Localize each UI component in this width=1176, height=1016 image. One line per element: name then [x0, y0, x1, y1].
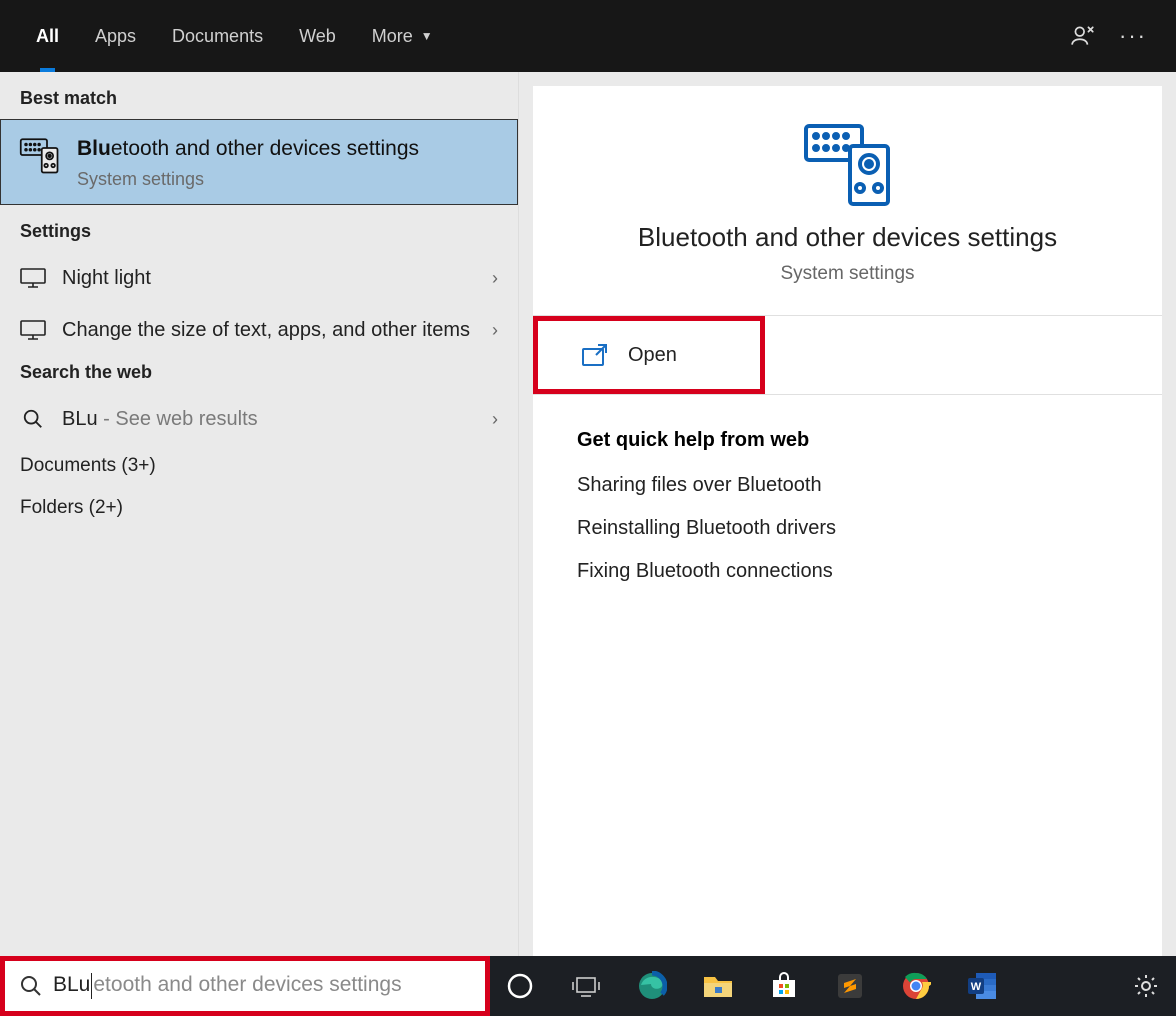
- preview-panel: Bluetooth and other devices settings Sys…: [533, 86, 1162, 956]
- search-web-heading: Search the web: [0, 356, 518, 393]
- search-text: BLuetooth and other devices settings: [53, 973, 402, 1000]
- best-match-result[interactable]: Bluetooth and other devices settings Sys…: [0, 119, 518, 205]
- word-icon[interactable]: W: [962, 966, 1002, 1006]
- search-input[interactable]: BLuetooth and other devices settings: [0, 956, 490, 1016]
- task-view-icon[interactable]: [566, 966, 606, 1006]
- help-link[interactable]: Sharing files over Bluetooth: [577, 474, 1118, 497]
- documents-group[interactable]: Documents (3+): [0, 445, 518, 487]
- search-icon: [19, 974, 43, 998]
- best-match-subtitle: System settings: [77, 169, 419, 190]
- help-link[interactable]: Reinstalling Bluetooth drivers: [577, 517, 1118, 540]
- chevron-down-icon: ▼: [421, 29, 433, 43]
- tab-more-label: More: [372, 26, 413, 47]
- chevron-right-icon: ›: [492, 320, 498, 341]
- edge-icon[interactable]: [632, 966, 672, 1006]
- settings-heading: Settings: [0, 215, 518, 252]
- chrome-icon[interactable]: [896, 966, 936, 1006]
- more-options-icon[interactable]: ···: [1108, 0, 1158, 72]
- tab-more[interactable]: More ▼: [354, 0, 451, 72]
- tab-all[interactable]: All: [18, 0, 77, 72]
- open-label: Open: [628, 344, 677, 367]
- preview-hero: Bluetooth and other devices settings Sys…: [533, 116, 1162, 316]
- web-search-item[interactable]: BLu - See web results ›: [0, 393, 518, 445]
- open-action[interactable]: Open: [533, 316, 765, 394]
- preview-title: Bluetooth and other devices settings: [638, 222, 1057, 253]
- bottom-bar: BLuetooth and other devices settings W: [0, 956, 1176, 1016]
- results-panel: Best match Bluetooth and other devices s…: [0, 72, 519, 956]
- tab-documents[interactable]: Documents: [154, 0, 281, 72]
- open-external-icon: [582, 344, 610, 366]
- devices-icon: [19, 134, 61, 176]
- quick-help-section: Get quick help from web Sharing files ov…: [533, 395, 1162, 637]
- svg-text:W: W: [971, 981, 982, 993]
- web-search-label: BLu - See web results: [62, 405, 476, 433]
- devices-large-icon: [800, 116, 896, 212]
- microsoft-store-icon[interactable]: [764, 966, 804, 1006]
- best-match-heading: Best match: [0, 82, 518, 119]
- quick-help-heading: Get quick help from web: [577, 429, 1118, 452]
- chevron-right-icon: ›: [492, 409, 498, 430]
- search-filter-tabbar: All Apps Documents Web More ▼ ···: [0, 0, 1176, 72]
- settings-item-text-size[interactable]: Change the size of text, apps, and other…: [0, 304, 518, 356]
- settings-item-label: Night light: [62, 264, 476, 292]
- taskbar: W: [490, 956, 1176, 1016]
- settings-gear-icon[interactable]: [1126, 966, 1166, 1006]
- folders-group[interactable]: Folders (2+): [0, 487, 518, 529]
- monitor-icon: [20, 268, 46, 288]
- best-match-title: Bluetooth and other devices settings: [77, 134, 419, 163]
- sublime-text-icon[interactable]: [830, 966, 870, 1006]
- cortana-icon[interactable]: [500, 966, 540, 1006]
- tab-web[interactable]: Web: [281, 0, 354, 72]
- file-explorer-icon[interactable]: [698, 966, 738, 1006]
- monitor-icon: [20, 320, 46, 340]
- settings-item-night-light[interactable]: Night light ›: [0, 252, 518, 304]
- feedback-icon[interactable]: [1058, 0, 1108, 72]
- preview-subtitle: System settings: [780, 263, 914, 285]
- tab-apps[interactable]: Apps: [77, 0, 154, 72]
- search-icon: [20, 409, 46, 429]
- settings-item-label: Change the size of text, apps, and other…: [62, 316, 476, 344]
- help-link[interactable]: Fixing Bluetooth connections: [577, 560, 1118, 583]
- chevron-right-icon: ›: [492, 268, 498, 289]
- filter-tabs: All Apps Documents Web More ▼: [18, 0, 451, 72]
